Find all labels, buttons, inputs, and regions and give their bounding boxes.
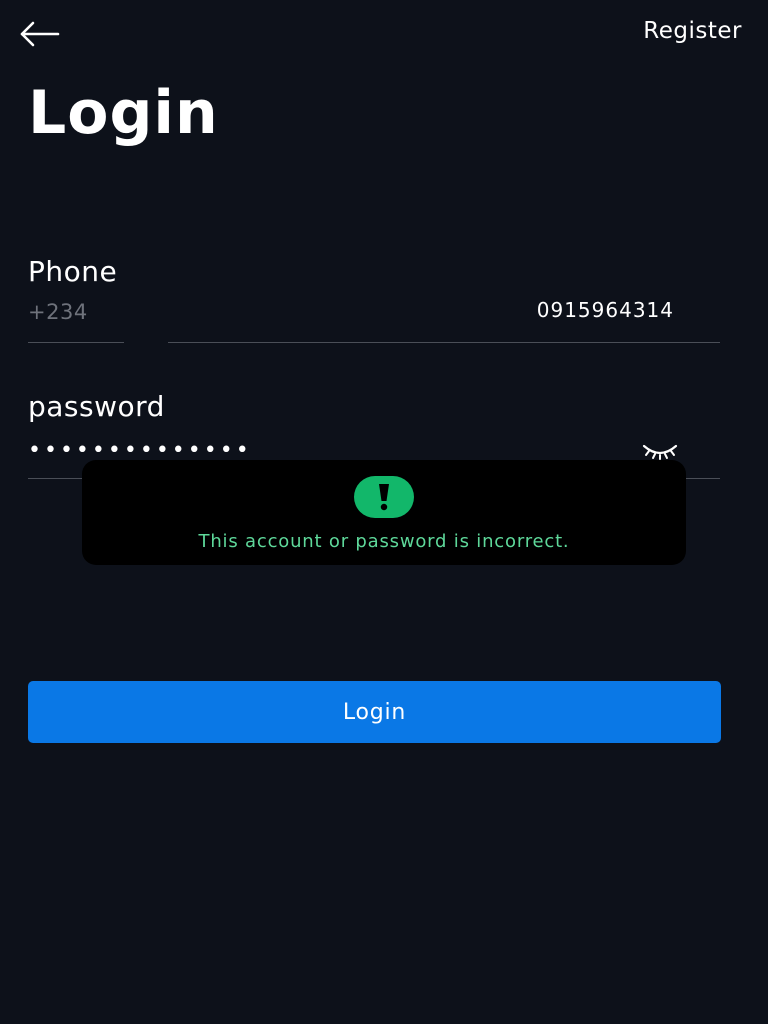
phone-input[interactable]: [168, 290, 720, 330]
country-code-underline: [28, 342, 124, 343]
login-screen: Register Login Phone +234 password This …: [0, 0, 768, 1024]
country-code-selector[interactable]: +234: [28, 300, 124, 324]
register-link[interactable]: Register: [643, 18, 742, 44]
password-label: password: [28, 390, 165, 423]
phone-label: Phone: [28, 255, 118, 288]
page-title: Login: [28, 78, 219, 148]
login-button[interactable]: Login: [28, 681, 721, 743]
back-button[interactable]: [18, 16, 66, 52]
phone-underline: [168, 342, 720, 343]
exclamation-icon: [354, 476, 414, 518]
error-toast: This account or password is incorrect.: [82, 460, 686, 565]
toast-message: This account or password is incorrect.: [198, 531, 570, 552]
arrow-left-icon: [20, 21, 60, 47]
